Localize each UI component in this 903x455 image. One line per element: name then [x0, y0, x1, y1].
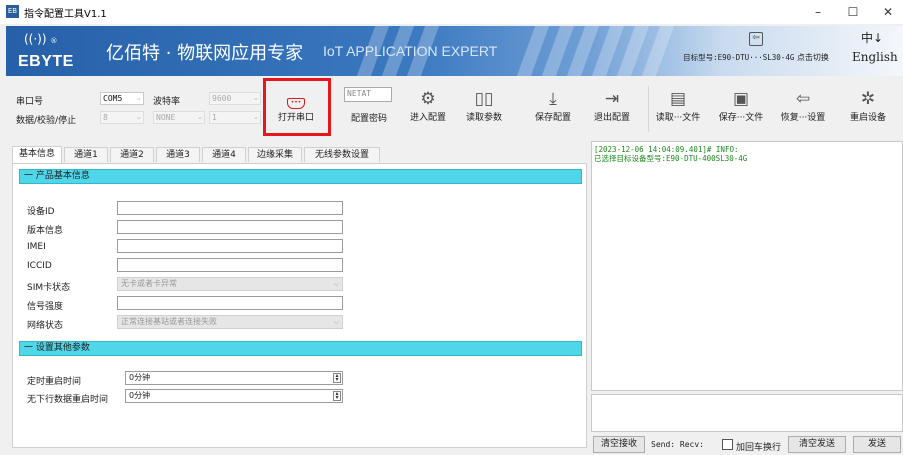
chevron-down-icon: ⌵ — [333, 318, 339, 326]
send-recv-counter: Send: Recv: — [651, 440, 704, 449]
clear-send-button[interactable]: 清空发送 — [788, 436, 846, 453]
send-button[interactable]: 发送 — [853, 436, 901, 453]
restart-device-button[interactable]: ✲ 重启设备 — [842, 88, 894, 123]
device-id-label: 设备ID — [27, 207, 55, 217]
signal-icon: ((·)) ® — [24, 32, 58, 46]
exit-config-button[interactable]: ⇥ 退出配置 — [586, 88, 638, 123]
imei-label: IMEI — [27, 242, 46, 252]
iccid-label: ICCID — [27, 261, 52, 271]
no-downlink-restart-stepper[interactable]: 0分钟 ▴ ▾ — [125, 389, 343, 403]
stepper-arrows-icon[interactable]: ▴ ▾ — [333, 373, 341, 383]
read-file-button[interactable]: ▤ 读取···文件 — [652, 88, 704, 123]
save-config-button[interactable]: ⤓ 保存配置 — [527, 88, 579, 123]
tab-edge-collection[interactable]: 边缘采集 — [248, 147, 302, 162]
chevron-down-icon: ⌵ — [333, 280, 339, 288]
read-params-button[interactable]: ▯▯ 读取参数 — [458, 88, 510, 123]
target-model-label: 目标型号:E90-DTU···SL30-4G — [683, 53, 795, 62]
stepper-arrows-icon[interactable]: ▴ ▾ — [333, 391, 341, 401]
minimize-button[interactable]: – — [803, 2, 833, 22]
save-icon: ▣ — [732, 89, 750, 109]
product-info-section-header: 一 产品基本信息 — [19, 169, 582, 184]
timed-restart-stepper[interactable]: 0分钟 ▴ ▾ — [125, 371, 343, 385]
chevron-down-icon: ⌵ — [253, 94, 258, 102]
language-icon: 中↓ — [860, 31, 884, 45]
tab-basic-info[interactable]: 基本信息 — [12, 146, 62, 163]
click-switch-label: 点击切换 — [796, 53, 829, 62]
chevron-down-icon: ⌵ — [197, 113, 202, 121]
save-file-button[interactable]: ▣ 保存···文件 — [715, 88, 767, 123]
model-switch-button[interactable]: ⇦ 目标型号:E90-DTU···SL30-4G 点击切换 — [676, 30, 836, 63]
maximize-button[interactable]: ☐ — [838, 2, 868, 22]
device-id-field[interactable] — [117, 201, 343, 215]
log-line: [2023-12-06 14:04:09.401]# INFO: — [594, 145, 739, 154]
password-label: 配置密码 — [351, 114, 388, 124]
toolbar-divider — [648, 86, 649, 132]
restore-icon: ⇦ — [795, 89, 811, 109]
send-textarea[interactable] — [591, 394, 903, 432]
download-icon: ⤓ — [549, 89, 557, 109]
tab-wireless-settings[interactable]: 无线参数设置 — [304, 147, 380, 162]
port-label: 串口号 — [16, 97, 44, 107]
add-newline-checkbox[interactable] — [722, 439, 733, 450]
network-status-label: 网络状态 — [27, 321, 64, 331]
iccid-field[interactable] — [117, 258, 343, 272]
restart-icon: ✲ — [860, 89, 876, 109]
network-status-select[interactable]: 正常连接基站或者连接失败 ⌵ — [117, 315, 343, 329]
signal-strength-field[interactable] — [117, 296, 343, 310]
exit-icon: ⇥ — [604, 89, 620, 109]
open-port-highlight — [263, 78, 331, 136]
toolbar: 串口号 COM5 ⌵ 波特率 9600 ⌵ 数据/校验/停止 8 ⌵ NONE ⌵ 1 ⌵… — [6, 80, 903, 138]
tab-channel-1[interactable]: 通道1 — [64, 147, 108, 162]
add-newline-label: 加回车换行 — [736, 443, 782, 453]
model-switch-icon: ⇦ — [749, 32, 763, 46]
gear-icon: ⚙ — [420, 89, 436, 109]
tab-channel-4[interactable]: 通道4 — [202, 147, 246, 162]
enter-config-button[interactable]: ⚙ 进入配置 — [402, 88, 454, 123]
language-switch-button[interactable]: 中↓ English — [842, 29, 902, 64]
other-params-section-header: 一 设置其他参数 — [19, 341, 582, 356]
version-field[interactable] — [117, 220, 343, 234]
port-select[interactable]: COM5 ⌵ — [100, 92, 144, 105]
restore-settings-button[interactable]: ⇦ 恢复···设置 — [777, 88, 829, 123]
clear-receive-button[interactable]: 清空接收 — [593, 436, 645, 453]
close-button[interactable]: ✕ — [873, 2, 903, 22]
language-label: English — [852, 50, 898, 64]
ebyte-logo: EBYTE — [18, 53, 74, 70]
receive-log[interactable]: [2023-12-06 14:04:09.401]# INFO: 已选择目标设备… — [591, 141, 903, 391]
imei-field[interactable] — [117, 239, 343, 253]
data-bits-select[interactable]: 8 ⌵ — [100, 111, 144, 124]
timed-restart-label: 定时重启时间 — [27, 377, 82, 387]
banner-subtitle: IoT APPLICATION EXPERT — [323, 43, 498, 59]
window-title: 指令配置工具V1.1 — [24, 9, 107, 20]
banner-title: 亿佰特 · 物联网应用专家 — [106, 43, 304, 64]
signal-strength-label: 信号强度 — [27, 302, 64, 312]
version-label: 版本信息 — [27, 226, 64, 236]
document-icon: ▤ — [669, 89, 687, 109]
baud-select[interactable]: 9600 ⌵ — [209, 92, 261, 105]
chevron-down-icon: ⌵ — [253, 113, 258, 121]
password-input[interactable]: NETAT — [344, 87, 392, 102]
chevron-down-icon: ⌵ — [136, 94, 141, 102]
sim-status-select[interactable]: 无卡或者卡异常 ⌵ — [117, 277, 343, 291]
chevron-down-icon: ⌵ — [136, 113, 141, 121]
sim-status-label: SIM卡状态 — [27, 283, 71, 293]
data-parity-stop-label: 数据/校验/停止 — [16, 116, 77, 126]
banner: ((·)) ® EBYTE 亿佰特 · 物联网应用专家 IoT APPLICAT… — [6, 26, 903, 76]
app-icon: EB — [6, 5, 19, 18]
stop-bits-select[interactable]: 1 ⌵ — [209, 111, 261, 124]
no-downlink-restart-label: 无下行数据重启时间 — [27, 395, 109, 405]
basic-info-panel: 一 产品基本信息 设备ID 版本信息 IMEI ICCID SIM卡状态 无卡或… — [12, 163, 587, 448]
bottom-bar: 清空接收 Send: Recv: 加回车换行 清空发送 发送 — [591, 436, 903, 455]
baud-label: 波特率 — [153, 97, 181, 107]
book-icon: ▯▯ — [474, 89, 494, 109]
title-bar: EB 指令配置工具V1.1 – ☐ ✕ — [0, 0, 903, 24]
parity-select[interactable]: NONE ⌵ — [153, 111, 205, 124]
tab-channel-2[interactable]: 通道2 — [110, 147, 154, 162]
log-line: 已选择目标设备型号:E90-DTU-400SL30-4G — [594, 154, 748, 163]
tab-channel-3[interactable]: 通道3 — [156, 147, 200, 162]
